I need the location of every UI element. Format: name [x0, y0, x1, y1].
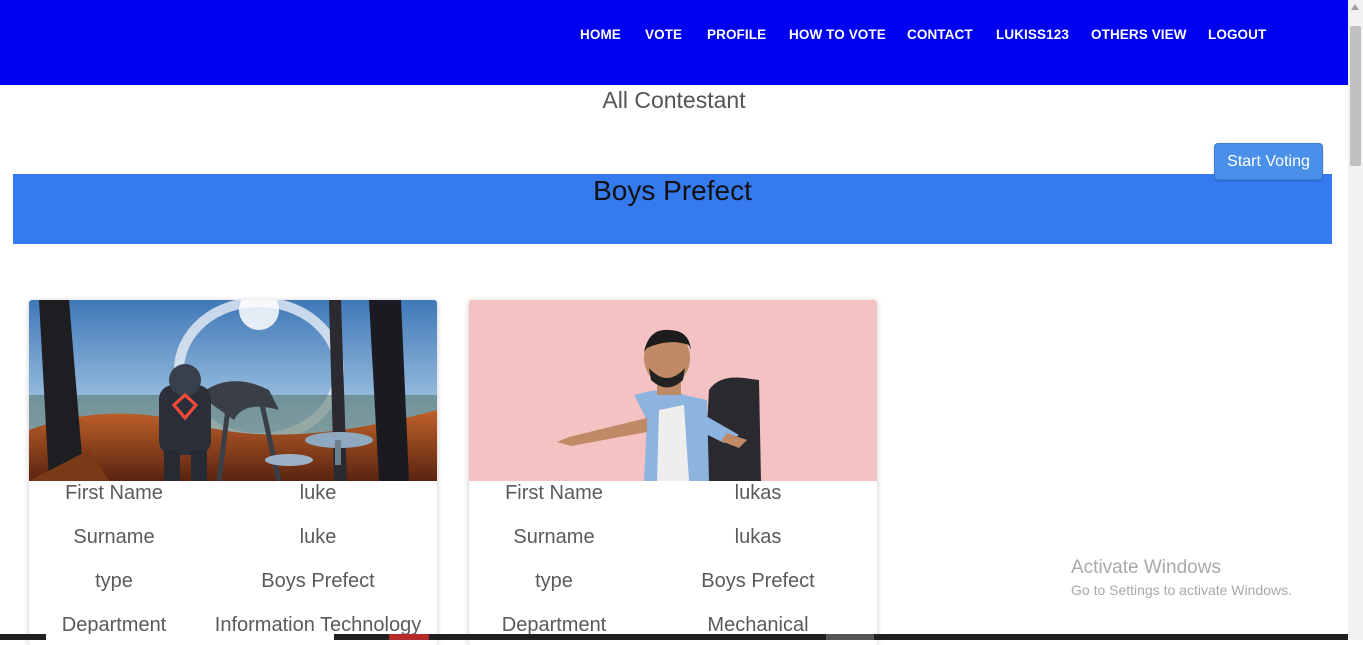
scrollbar-thumb[interactable] [1350, 26, 1361, 166]
taskbar-app-icon[interactable] [389, 634, 429, 640]
surname-value: lukas [734, 526, 782, 548]
type-value: Boys Prefect [261, 570, 375, 592]
nav-how-to-vote-link[interactable]: HOW TO VOTE [789, 27, 886, 42]
nav-contact-link[interactable]: CONTACT [907, 27, 973, 42]
type-label: type [95, 570, 133, 592]
page-title: All Contestant [602, 87, 746, 113]
first-name-label: First Name [65, 482, 163, 504]
activation-watermark-title: Activate Windows [1071, 557, 1221, 578]
nav-logout-link[interactable]: LOGOUT [1208, 27, 1266, 42]
nav-vote-link[interactable]: VOTE [645, 27, 682, 42]
type-value: Boys Prefect [701, 570, 815, 592]
top-navbar: HOME VOTE PROFILE HOW TO VOTE CONTACT LU… [0, 0, 1348, 85]
taskbar-edge [0, 634, 1348, 640]
nav-home-link[interactable]: HOME [580, 27, 621, 42]
section-title: Boys Prefect [593, 175, 752, 206]
contestant-photo [469, 300, 877, 481]
taskbar-search-box[interactable] [46, 634, 334, 640]
surname-value: luke [299, 526, 337, 548]
type-label: type [535, 570, 573, 592]
surname-label: Surname [513, 526, 595, 548]
first-name-label: First Name [505, 482, 603, 504]
first-name-value: luke [299, 482, 337, 504]
surname-label: Surname [73, 526, 155, 548]
nav-username-link[interactable]: LUKISS123 [996, 27, 1069, 42]
taskbar-app-icon[interactable] [826, 634, 874, 640]
first-name-value: lukas [734, 482, 782, 504]
contestant-photo [29, 300, 437, 481]
nav-others-view-link[interactable]: OTHERS VIEW [1091, 27, 1187, 42]
scroll-up-arrow-icon[interactable] [1351, 4, 1359, 10]
start-voting-button[interactable]: Start Voting [1214, 143, 1323, 180]
contestant-card: First Name luke Surname luke type Boys P… [29, 300, 437, 645]
vertical-scrollbar[interactable] [1348, 0, 1363, 640]
nav-profile-link[interactable]: PROFILE [707, 27, 766, 42]
section-banner: Boys Prefect [13, 174, 1332, 244]
activation-watermark-subtitle: Go to Settings to activate Windows. [1071, 582, 1292, 598]
contestant-card: First Name lukas Surname lukas type Boys… [469, 300, 877, 645]
